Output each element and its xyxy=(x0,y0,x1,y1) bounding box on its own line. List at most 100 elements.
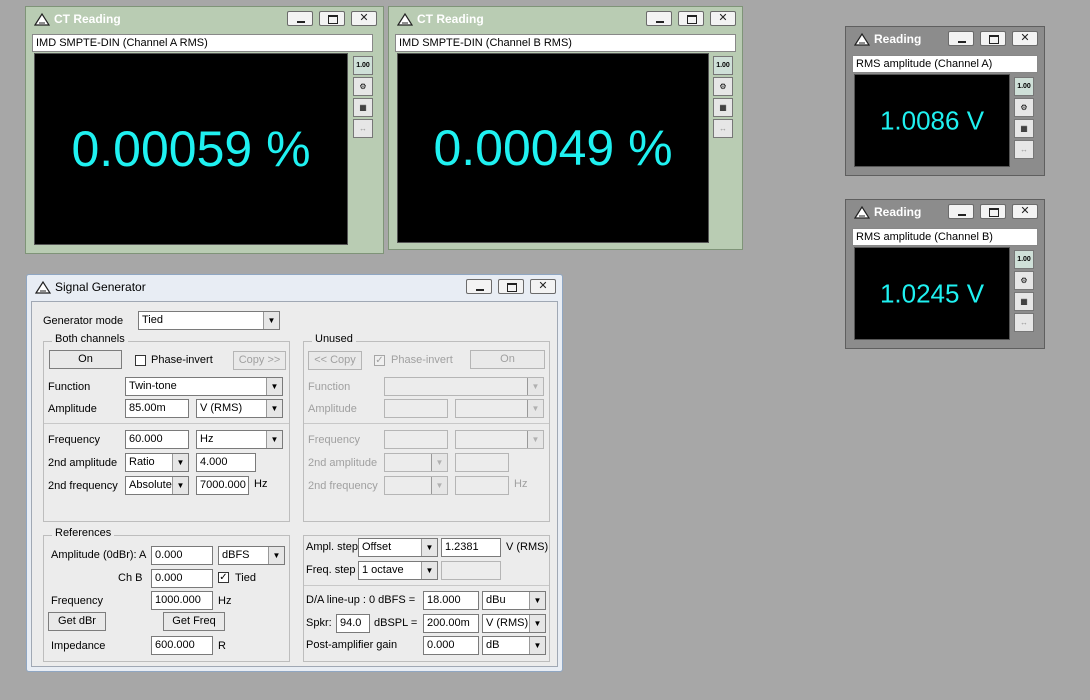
reading-value: 0.00049 % xyxy=(433,120,673,176)
window-title: Signal Generator xyxy=(55,280,146,294)
app-icon xyxy=(35,280,51,294)
maximize-button[interactable] xyxy=(498,279,524,294)
resize-arrows-icon[interactable]: ↔ xyxy=(353,119,373,138)
close-button[interactable] xyxy=(351,11,377,26)
measurement-label: RMS amplitude (Channel A) xyxy=(852,55,1038,73)
dbspl-input[interactable]: 200.00m xyxy=(423,614,479,633)
maximize-button[interactable] xyxy=(678,11,704,26)
second-amplitude-mode-dropdown[interactable]: Ratio xyxy=(125,453,189,472)
references-title: References xyxy=(52,527,115,539)
function-dropdown[interactable]: Twin-tone xyxy=(125,377,283,396)
edit-table-icon[interactable]: ▦ xyxy=(1014,119,1034,138)
unused-on-button[interactable]: On xyxy=(470,350,545,369)
unused-phase-invert-checkbox[interactable]: ✓ xyxy=(374,355,385,366)
frequency-step-dropdown[interactable]: 1 octave xyxy=(358,561,438,580)
both-channels-title: Both channels xyxy=(52,333,128,345)
second-frequency-input[interactable]: 7000.000 xyxy=(196,476,249,495)
signal-generator-panel: Generator mode Tied Both channels On Pha… xyxy=(31,301,558,667)
copy-left-button[interactable]: << Copy xyxy=(308,351,362,370)
unused-second-amplitude-mode-dropdown[interactable] xyxy=(384,453,448,472)
unused-frequency-label: Frequency xyxy=(308,434,360,446)
minimize-button[interactable] xyxy=(466,279,492,294)
speaker-input[interactable]: 94.0 xyxy=(336,614,370,633)
reading-window-a: Reading RMS amplitude (Channel A) 1.0086… xyxy=(845,26,1045,176)
amplitude-step-mode-dropdown[interactable]: Offset xyxy=(358,538,438,557)
frequency-unit-dropdown[interactable]: Hz xyxy=(196,430,283,449)
settings-icon[interactable]: ⚙ xyxy=(1014,98,1034,117)
unused-frequency-unit-dropdown[interactable] xyxy=(455,430,544,449)
on-button[interactable]: On xyxy=(49,350,122,369)
reference-amplitude-unit-dropdown[interactable]: dBFS xyxy=(218,546,285,565)
minimize-button[interactable] xyxy=(646,11,672,26)
meter-icon[interactable]: 1.00 xyxy=(713,56,733,75)
unused-second-amplitude-label: 2nd amplitude xyxy=(308,457,378,469)
impedance-input[interactable]: 600.000 xyxy=(151,636,213,655)
da-lineup-input[interactable]: 18.000 xyxy=(423,591,479,610)
amplitude-step-input[interactable]: 1.2381 xyxy=(441,538,501,557)
reference-amplitude-label: Amplitude (0dBr): A xyxy=(51,549,147,561)
resize-arrows-icon[interactable]: ↔ xyxy=(1014,313,1034,332)
unused-amplitude-input[interactable] xyxy=(384,399,448,418)
amplitude-unit-dropdown[interactable]: V (RMS) xyxy=(196,399,283,418)
unused-second-frequency-mode-dropdown[interactable] xyxy=(384,476,448,495)
frequency-step-input[interactable] xyxy=(441,561,501,580)
get-dbr-button[interactable]: Get dBr xyxy=(48,612,106,631)
second-frequency-mode-dropdown[interactable]: Absolute xyxy=(125,476,189,495)
copy-right-button[interactable]: Copy >> xyxy=(233,351,286,370)
title-bar[interactable]: CT Reading xyxy=(26,7,383,31)
unused-second-frequency-unit-label: Hz xyxy=(514,478,528,490)
reference-frequency-input[interactable]: 1000.000 xyxy=(151,591,213,610)
close-button[interactable] xyxy=(710,11,736,26)
get-freq-button[interactable]: Get Freq xyxy=(163,612,225,631)
title-bar[interactable]: Signal Generator xyxy=(27,275,562,299)
settings-icon[interactable]: ⚙ xyxy=(1014,271,1034,290)
signal-generator-window: Signal Generator Generator mode Tied Bot… xyxy=(26,274,563,672)
minimize-button[interactable] xyxy=(948,204,974,219)
reference-chb-input[interactable]: 0.000 xyxy=(151,569,213,588)
unused-second-frequency-input[interactable] xyxy=(455,476,509,495)
resize-arrows-icon[interactable]: ↔ xyxy=(713,119,733,138)
unused-phase-invert-label: Phase-invert xyxy=(391,354,453,366)
edit-table-icon[interactable]: ▦ xyxy=(713,98,733,117)
close-button[interactable] xyxy=(530,279,556,294)
settings-icon[interactable]: ⚙ xyxy=(353,77,373,96)
maximize-button[interactable] xyxy=(319,11,345,26)
close-button[interactable] xyxy=(1012,204,1038,219)
second-frequency-label: 2nd frequency xyxy=(48,480,118,492)
post-amplifier-gain-input[interactable]: 0.000 xyxy=(423,636,479,655)
reading-value: 1.0086 V xyxy=(879,105,985,135)
phase-invert-checkbox[interactable] xyxy=(135,355,146,366)
app-icon xyxy=(854,205,870,219)
unused-amplitude-unit-dropdown[interactable] xyxy=(455,399,544,418)
maximize-button[interactable] xyxy=(980,31,1006,46)
da-lineup-unit-dropdown[interactable]: dBu xyxy=(482,591,546,610)
settings-icon[interactable]: ⚙ xyxy=(713,77,733,96)
minimize-button[interactable] xyxy=(287,11,313,26)
title-bar[interactable]: Reading xyxy=(846,200,1044,224)
second-amplitude-input[interactable]: 4.000 xyxy=(196,453,256,472)
meter-icon[interactable]: 1.00 xyxy=(353,56,373,75)
reading-value: 0.00059 % xyxy=(71,121,311,177)
close-button[interactable] xyxy=(1012,31,1038,46)
meter-icon[interactable]: 1.00 xyxy=(1014,77,1034,96)
meter-icon[interactable]: 1.00 xyxy=(1014,250,1034,269)
reading-display: 1.0086 V xyxy=(854,74,1010,167)
dbspl-unit-dropdown[interactable]: V (RMS) xyxy=(482,614,546,633)
frequency-input[interactable]: 60.000 xyxy=(125,430,189,449)
edit-table-icon[interactable]: ▦ xyxy=(353,98,373,117)
amplitude-input[interactable]: 85.00m xyxy=(125,399,189,418)
title-bar[interactable]: CT Reading xyxy=(389,7,742,31)
unused-frequency-input[interactable] xyxy=(384,430,448,449)
unused-second-amplitude-input[interactable] xyxy=(455,453,509,472)
unused-function-dropdown[interactable] xyxy=(384,377,544,396)
resize-arrows-icon[interactable]: ↔ xyxy=(1014,140,1034,159)
generator-mode-dropdown[interactable]: Tied xyxy=(138,311,280,330)
impedance-unit-label: R xyxy=(218,640,226,652)
tied-checkbox[interactable]: ✓ xyxy=(218,572,229,583)
title-bar[interactable]: Reading xyxy=(846,27,1044,51)
edit-table-icon[interactable]: ▦ xyxy=(1014,292,1034,311)
maximize-button[interactable] xyxy=(980,204,1006,219)
reference-amplitude-a-input[interactable]: 0.000 xyxy=(151,546,213,565)
post-amplifier-gain-unit-dropdown[interactable]: dB xyxy=(482,636,546,655)
minimize-button[interactable] xyxy=(948,31,974,46)
